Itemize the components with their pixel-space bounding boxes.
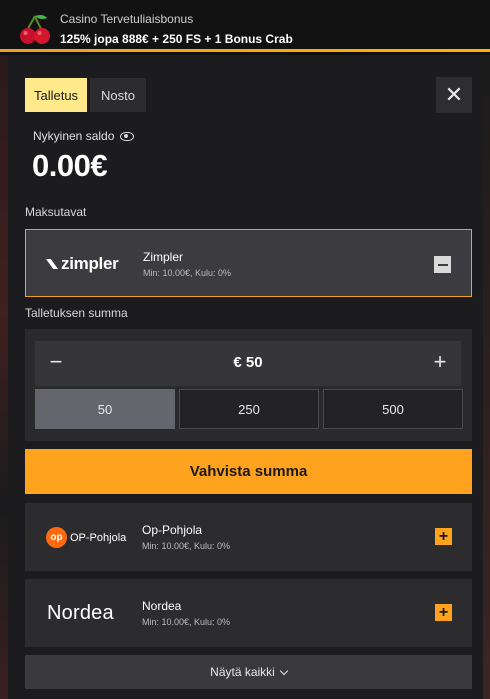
method-name: Nordea [142, 599, 182, 613]
payment-methods-label: Maksutavat [25, 205, 87, 219]
close-button[interactable]: ✕ [436, 77, 472, 113]
preset-500-button[interactable]: 500 [323, 389, 463, 429]
balance-label: Nykyinen saldo [33, 129, 115, 143]
increase-button[interactable]: + [429, 349, 451, 375]
tab-bar: Talletus Nosto [25, 78, 146, 112]
show-all-label: Näytä kaikki [210, 665, 275, 679]
background-strip-left [0, 55, 8, 699]
payment-method-nordea[interactable]: Nordea Nordea Min: 10.00€, Kulu: 0% + [25, 579, 472, 647]
balance-label-row: Nykyinen saldo [33, 129, 135, 143]
amount-value[interactable]: € 50 [35, 354, 461, 371]
selected-payment-method[interactable]: zimpler Zimpler Min: 10.00€, Kulu: 0% [25, 229, 472, 297]
preset-250-button[interactable]: 250 [179, 389, 319, 429]
method-name: Op-Pohjola [142, 523, 203, 537]
background-strip-right [482, 55, 490, 699]
close-icon: ✕ [444, 82, 464, 107]
promo-subtitle: 125% jopa 888€ + 250 FS + 1 Bonus Crab [60, 32, 293, 46]
zimpler-mark-icon [46, 259, 58, 269]
zimpler-logo-text: zimpler [61, 254, 119, 273]
balance-value: 0.00€ [32, 148, 108, 183]
promo-text: Casino Tervetuliaisbonus 125% jopa 888€ … [60, 11, 293, 48]
deposit-modal: Talletus Nosto ✕ Nykyinen saldo 0.00€ Ma… [8, 55, 483, 699]
amount-stepper: − € 50 + [35, 341, 461, 386]
collapse-icon[interactable] [434, 256, 451, 273]
tab-withdraw[interactable]: Nosto [90, 78, 146, 112]
op-logo-text: OP-Pohjola [70, 531, 127, 544]
method-name: Zimpler [143, 250, 184, 264]
amount-presets: 50 250 500 [35, 389, 463, 429]
deposit-amount-label: Talletuksen summa [25, 306, 128, 320]
preset-50-button[interactable]: 50 [35, 389, 175, 429]
nordea-logo: Nordea [47, 602, 114, 624]
expand-icon[interactable]: + [435, 528, 452, 545]
tab-deposit[interactable]: Talletus [25, 78, 87, 112]
confirm-amount-button[interactable]: Vahvista summa [25, 449, 472, 494]
op-logo-icon: op [46, 527, 67, 548]
method-info: Min: 10.00€, Kulu: 0% [142, 541, 231, 551]
amount-panel: − € 50 + 50 250 500 [25, 329, 472, 441]
chevron-down-icon [279, 666, 289, 675]
show-all-button[interactable]: Näytä kaikki [25, 655, 472, 689]
cherry-icon [20, 14, 50, 44]
method-info: Min: 10.00€, Kulu: 0% [142, 617, 231, 627]
promo-title: Casino Tervetuliaisbonus [60, 12, 194, 26]
method-info: Min: 10.00€, Kulu: 0% [143, 268, 232, 278]
eye-icon[interactable] [120, 131, 135, 141]
promo-bar[interactable]: Casino Tervetuliaisbonus 125% jopa 888€ … [0, 0, 490, 52]
expand-icon[interactable]: + [435, 604, 452, 621]
zimpler-logo: zimpler [46, 254, 119, 274]
op-pohjola-logo: op OP-Pohjola [46, 527, 126, 548]
payment-method-op-pohjola[interactable]: op OP-Pohjola Op-Pohjola Min: 10.00€, Ku… [25, 503, 472, 571]
